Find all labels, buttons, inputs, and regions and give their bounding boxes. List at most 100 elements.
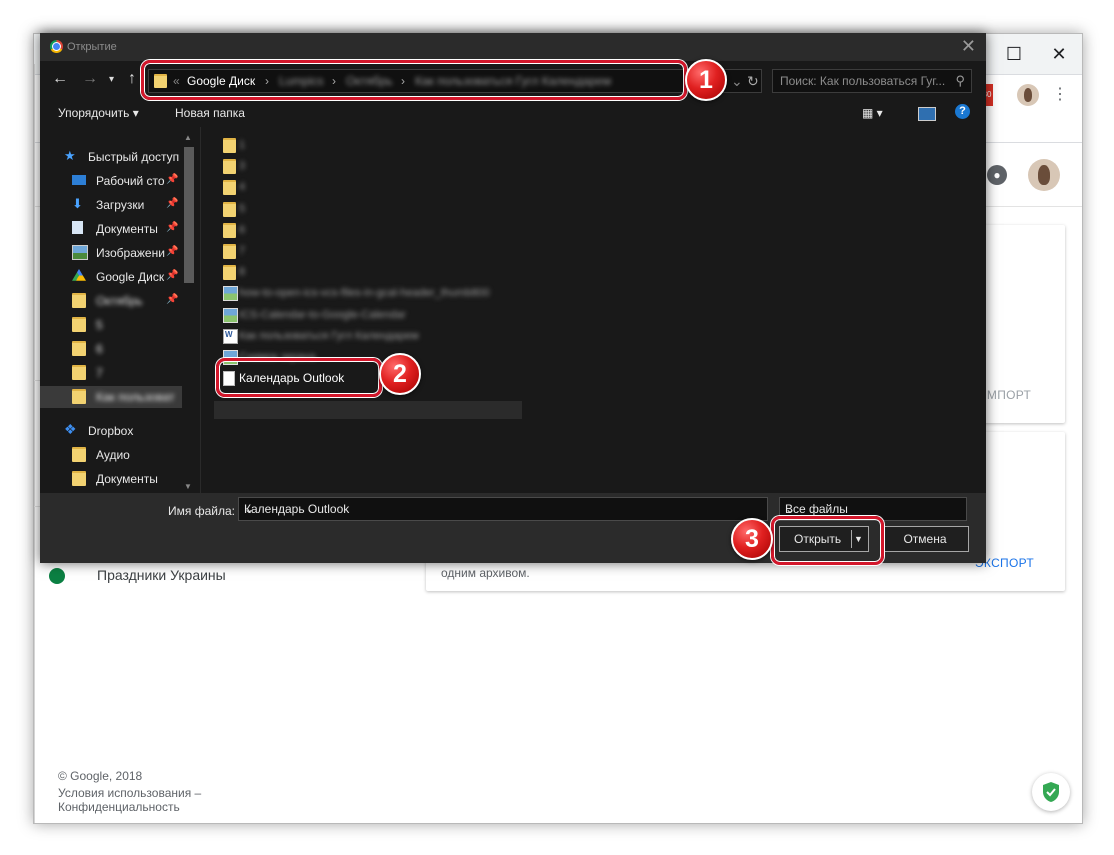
profile-avatar[interactable]: [1017, 84, 1039, 106]
file-name: 4: [239, 181, 246, 194]
folder-icon: [223, 244, 236, 259]
navigation-scrollbar[interactable]: ▲ ▼: [182, 133, 196, 491]
highlight-open-button: [771, 516, 884, 565]
dialog-titlebar: Открытие ✕: [40, 33, 986, 61]
account-avatar[interactable]: [1028, 159, 1060, 191]
nav-item-label: Как пользоват: [96, 390, 175, 404]
cancel-button[interactable]: Отмена: [881, 526, 969, 552]
address-dropdown-icon[interactable]: ⌄: [731, 73, 743, 90]
file-list: 1 3 4 5 6 7 8 how-to-open-ics-vcs-files-in-gcal…: [201, 127, 986, 493]
nav-item[interactable]: 6: [40, 338, 182, 360]
nav-item-label: 7: [96, 366, 103, 380]
command-toolbar: Упорядочить ▾ Новая папка ▦ ▾ ?: [40, 99, 986, 127]
nav-item-label: Документы: [96, 222, 158, 236]
highlight-file-item: [216, 358, 382, 397]
maximize-button[interactable]: ☐: [992, 39, 1036, 69]
file-name: 5: [239, 202, 246, 215]
forward-arrow-icon[interactable]: →: [82, 70, 98, 88]
calendar-color-dot[interactable]: [49, 568, 65, 584]
folder-icon: [223, 222, 236, 238]
calendar-name[interactable]: Праздники Украины: [97, 567, 226, 583]
export-description: одним архивом.: [441, 566, 530, 580]
refresh-icon[interactable]: ↻: [747, 73, 759, 90]
open-file-dialog: Открытие ✕ ← → ▾ ↑ « Google Диск › Lumpi…: [40, 33, 986, 563]
file-name: how-to-open-ics-vcs-files-in-gcal-header…: [239, 287, 490, 300]
folder-icon: [72, 471, 86, 486]
new-folder-button[interactable]: Новая папка: [175, 106, 245, 120]
chevron-down-icon[interactable]: ⌄: [785, 502, 961, 516]
nav-item-label: Загрузки: [96, 198, 145, 212]
google-drive-icon: [72, 269, 86, 281]
nav-item-label: 6: [96, 342, 103, 356]
recent-dropdown-icon[interactable]: ▾: [109, 74, 114, 85]
nav-item[interactable]: Google Диск 📌: [40, 266, 182, 288]
word-file-icon: [223, 328, 238, 344]
pin-icon: 📌: [166, 294, 179, 305]
organize-menu[interactable]: Упорядочить ▾: [58, 106, 139, 120]
view-options-icon[interactable]: ▦ ▾: [862, 106, 883, 120]
pin-icon: 📌: [166, 198, 179, 209]
nav-item[interactable]: 5: [40, 314, 182, 336]
folder-icon: [223, 201, 236, 217]
image-file-icon: [223, 286, 238, 302]
nav-item-label: Google Диск: [96, 270, 165, 284]
help-icon[interactable]: ?: [955, 104, 970, 119]
nav-item[interactable]: ⬇ Загрузки 📌: [40, 194, 182, 216]
file-name: 6: [239, 223, 246, 236]
chevron-down-icon[interactable]: ⌄: [244, 502, 762, 516]
folder-icon: [223, 265, 236, 281]
scroll-up-icon[interactable]: ▲: [184, 133, 192, 142]
close-button[interactable]: ✕: [1037, 39, 1081, 69]
bell-icon[interactable]: ●: [987, 165, 1007, 185]
scroll-down-icon[interactable]: ▼: [184, 482, 192, 491]
nav-item[interactable]: Аудио: [40, 444, 182, 466]
preview-pane-icon[interactable]: [918, 107, 936, 121]
menu-kebab-icon[interactable]: ⋮: [1052, 84, 1068, 104]
nav-item-label: 5: [96, 318, 103, 332]
filename-field[interactable]: Календарь Outlook ⌄: [238, 497, 768, 521]
file-name: ICS-Calendar-to-Google-Calendar: [239, 308, 406, 321]
nav-item-label: Рабочий сто: [96, 174, 165, 188]
search-box[interactable]: Поиск: Как пользоваться Гуг... ⚲: [772, 69, 972, 93]
folder-icon: [72, 341, 86, 356]
search-input[interactable]: Поиск: Как пользоваться Гуг...: [780, 74, 945, 88]
nav-item[interactable]: Документы: [40, 468, 182, 490]
step-badge-3: 3: [731, 518, 773, 560]
back-arrow-icon[interactable]: ←: [52, 70, 68, 88]
nav-item[interactable]: 7: [40, 362, 182, 384]
image-file-icon: [223, 307, 238, 323]
dialog-close-button[interactable]: ✕: [961, 36, 976, 57]
security-shield-button[interactable]: [1032, 773, 1070, 811]
nav-item[interactable]: Документы 📌: [40, 218, 182, 240]
highlight-address-bar: [141, 60, 687, 100]
folder-icon: [72, 317, 86, 332]
nav-item[interactable]: Рабочий сто 📌: [40, 170, 182, 192]
scroll-thumb[interactable]: [184, 147, 194, 283]
nav-item[interactable]: ★ Быстрый доступ: [40, 146, 182, 168]
left-edge: [34, 64, 35, 823]
up-arrow-icon[interactable]: ↑: [128, 70, 136, 88]
documents-icon: [72, 221, 83, 234]
terms-link[interactable]: Условия использования –: [58, 786, 201, 800]
pin-icon: 📌: [166, 246, 179, 257]
pin-icon: 📌: [166, 270, 179, 281]
download-icon: ⬇: [72, 196, 83, 211]
nav-item-label: Быстрый доступ: [88, 150, 180, 164]
file-name: 8: [239, 266, 246, 279]
filename-label: Имя файла:: [168, 504, 235, 518]
folder-icon: [223, 138, 236, 153]
folder-icon: [72, 293, 86, 308]
nav-item[interactable]: ❖ Dropbox: [40, 420, 182, 442]
folder-icon: [223, 159, 236, 175]
nav-item[interactable]: Октябрь 📌: [40, 290, 182, 312]
folder-icon: [72, 389, 86, 404]
nav-item-label: Аудио: [96, 448, 130, 462]
file-name: 7: [239, 245, 246, 257]
nav-item[interactable]: Как пользоват: [40, 386, 182, 408]
pin-icon: 📌: [166, 174, 179, 185]
privacy-link[interactable]: Конфиденциальность: [58, 800, 180, 814]
nav-item-label: Изображени: [96, 246, 165, 260]
nav-item[interactable]: Изображени 📌: [40, 242, 182, 264]
search-icon[interactable]: ⚲: [955, 73, 965, 89]
step-badge-2: 2: [379, 353, 421, 395]
